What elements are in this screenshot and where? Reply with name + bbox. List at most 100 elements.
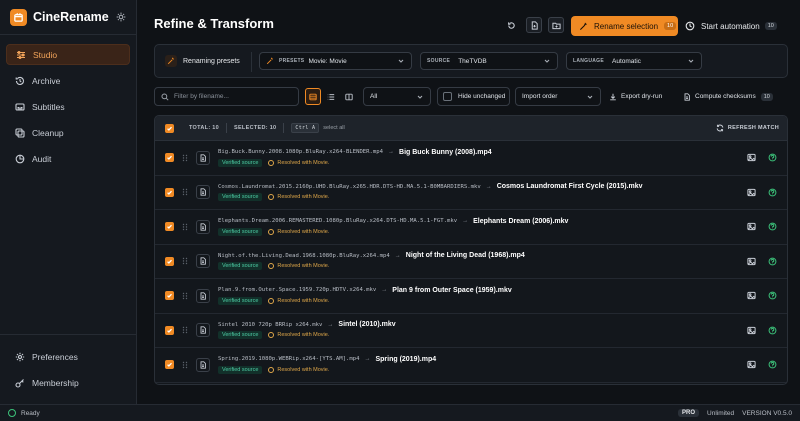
audit-icon [14, 153, 26, 165]
sidebar-item-subtitles[interactable]: Subtitles [6, 96, 130, 117]
drag-handle-icon[interactable] [181, 360, 189, 370]
undo-icon[interactable] [503, 17, 519, 33]
drag-handle-icon[interactable] [181, 325, 189, 335]
match-info-icon[interactable] [766, 324, 779, 337]
sidebar-item-membership[interactable]: Membership [6, 372, 130, 393]
view-columns-button[interactable] [341, 88, 357, 105]
sidebar-item-cleanup[interactable]: Cleanup [6, 122, 130, 143]
divider [283, 123, 285, 133]
sidebar-item-archive[interactable]: Archive [6, 70, 130, 91]
select-all-checkbox[interactable] [165, 123, 174, 133]
sidebar-item-studio[interactable]: Studio [6, 44, 130, 65]
image-preview-icon[interactable] [745, 255, 758, 268]
file-table: TOTAL: 10 SELECTED: 10 Ctrl A select all… [154, 115, 788, 385]
image-preview-icon[interactable] [745, 151, 758, 164]
compute-checksums-button[interactable]: Compute checksums 10 [683, 88, 773, 105]
table-row[interactable]: Cosmos.Laundromat.2015.2160p.UHD.BluRay.… [155, 176, 787, 210]
chevron-down-icon [416, 93, 424, 101]
drag-handle-icon[interactable] [181, 291, 189, 301]
order-select[interactable]: Import order [515, 87, 601, 106]
source-value: TheTVDB [458, 57, 487, 65]
preset-select[interactable]: PRESETS Movie: Movie [259, 52, 412, 70]
view-compact-button[interactable] [305, 88, 321, 105]
add-folder-icon[interactable] [548, 17, 564, 33]
name-line: Sintel 2010 720p BRRip x264.mkv → Sintel… [218, 321, 396, 328]
hide-unchanged-checkbox[interactable] [443, 92, 452, 101]
table-row[interactable]: Big.Buck.Bunny.2008.1080p.BluRay.x264-BL… [155, 141, 787, 176]
match-info-icon[interactable] [766, 255, 779, 268]
hide-unchanged-toggle[interactable]: Hide unchanged [437, 87, 510, 106]
row-checkbox[interactable] [165, 187, 174, 197]
row-checkbox[interactable] [165, 360, 174, 370]
match-info-icon[interactable] [766, 151, 779, 164]
new-filename: Spring (2019).mp4 [375, 355, 437, 363]
row-checkbox[interactable] [165, 153, 174, 163]
table-row[interactable]: Spring.2019.1080p.WEBRip.x264-[YTS.AM].m… [155, 348, 787, 383]
subtitles-icon [14, 101, 26, 113]
file-icon [196, 288, 210, 303]
search-input[interactable] [174, 93, 294, 100]
sidebar-item-audit[interactable]: Audit [6, 148, 130, 169]
row-names: Plan.9.from.Outer.Space.1959.720p.HDTV.x… [218, 287, 512, 305]
resolved-status: Resolved with Movie. [268, 263, 329, 270]
file-icon [196, 150, 210, 165]
export-dry-run-button[interactable]: Export dry-run [609, 88, 662, 105]
match-info-icon[interactable] [766, 358, 779, 371]
wand-icon [579, 22, 587, 30]
app-window: CineRename Studio Archive Subtitles Clea… [0, 0, 800, 421]
sidebar-item-label: Cleanup [32, 127, 64, 138]
row-checkbox[interactable] [165, 325, 174, 335]
view-list-button[interactable] [323, 88, 339, 105]
drag-handle-icon[interactable] [181, 153, 189, 163]
name-line: Night.of.the.Living.Dead.1968.1080p.BluR… [218, 252, 525, 259]
row-checkbox[interactable] [165, 222, 174, 232]
add-file-icon[interactable] [526, 17, 542, 33]
start-automation-label: Start automation [701, 21, 760, 31]
image-preview-icon[interactable] [745, 186, 758, 199]
source-select[interactable]: SOURCE TheTVDB [420, 52, 558, 70]
drag-handle-icon[interactable] [181, 187, 189, 197]
table-row[interactable]: Plan.9.from.Outer.Space.1959.720p.HDTV.x… [155, 279, 787, 314]
selected-count: SELECTED: 10 [234, 125, 277, 131]
layers-icon [14, 127, 26, 139]
language-tag: LANGUAGE [573, 58, 605, 64]
list-icon [327, 93, 335, 100]
original-filename: Plan.9.from.Outer.Space.1959.720p.HDTV.x… [218, 287, 377, 294]
theme-toggle-icon[interactable] [114, 10, 128, 24]
refresh-match-button[interactable]: REFRESH MATCH [716, 124, 779, 132]
match-info-icon[interactable] [766, 220, 779, 233]
preset-value: Movie: Movie [308, 57, 347, 65]
verified-badge: Verified source [218, 158, 263, 167]
resolved-status: Resolved with Movie. [268, 366, 329, 373]
arrow-right-icon: → [327, 321, 334, 328]
match-meta: Verified source Resolved with Movie. [218, 193, 643, 202]
table-row[interactable]: Elephants.Dream.2006.REMASTERED.1080p.Bl… [155, 210, 787, 245]
resolved-label: Resolved with Movie. [277, 194, 330, 201]
language-select[interactable]: LANGUAGE Automatic [566, 52, 702, 70]
resolved-label: Resolved with Movie. [277, 297, 330, 304]
match-info-icon[interactable] [766, 186, 779, 199]
file-icon [196, 254, 210, 269]
sidebar-bottom-nav: Preferences Membership [6, 346, 130, 398]
table-row[interactable]: Sintel 2010 720p BRRip x264.mkv → Sintel… [155, 314, 787, 348]
rename-selection-button[interactable]: Rename selection 10 [571, 16, 678, 36]
sidebar-item-preferences[interactable]: Preferences [6, 346, 130, 367]
table-row[interactable]: Night.of.the.Living.Dead.1968.1080p.BluR… [155, 245, 787, 279]
chevron-down-icon [687, 57, 695, 65]
image-preview-icon[interactable] [745, 289, 758, 302]
image-preview-icon[interactable] [745, 358, 758, 371]
image-preview-icon[interactable] [745, 220, 758, 233]
name-line: Elephants.Dream.2006.REMASTERED.1080p.Bl… [218, 218, 568, 225]
image-preview-icon[interactable] [745, 324, 758, 337]
drag-handle-icon[interactable] [181, 222, 189, 232]
arrow-right-icon: → [485, 183, 492, 190]
filter-select[interactable]: All [363, 87, 431, 106]
match-info-icon[interactable] [766, 289, 779, 302]
divider [251, 52, 252, 72]
name-line: Plan.9.from.Outer.Space.1959.720p.HDTV.x… [218, 287, 512, 294]
row-checkbox[interactable] [165, 256, 174, 266]
start-automation-button[interactable]: Start automation 10 [685, 17, 777, 35]
arrow-right-icon: → [462, 218, 469, 225]
drag-handle-icon[interactable] [181, 256, 189, 266]
row-checkbox[interactable] [165, 291, 174, 301]
